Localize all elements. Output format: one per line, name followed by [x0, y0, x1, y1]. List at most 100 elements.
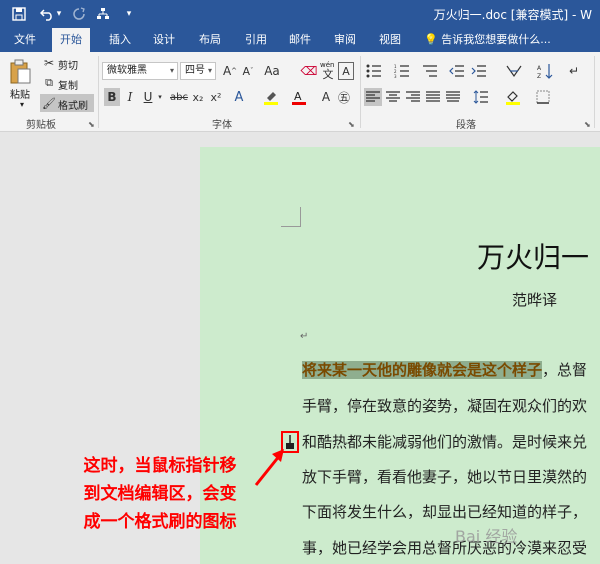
annotation-line-3: 成一个格式刷的图标 — [83, 512, 237, 532]
text-line-3[interactable]: 和酷热都未能减弱他们的激情。是时候来兑 — [302, 431, 587, 452]
tell-me-text: 告诉我您想要做什么... — [441, 33, 551, 46]
tab-view[interactable]: 视图 — [371, 28, 409, 52]
brush-icon: 🖌 — [42, 96, 56, 110]
align-left-icon[interactable] — [364, 88, 382, 106]
text-line-2[interactable]: 手臂，停在致意的姿势，凝固在观众们的欢 — [302, 395, 587, 416]
font-name-value: 微软雅黑 — [107, 65, 147, 76]
cut-button[interactable]: 剪切 — [58, 57, 78, 72]
ribbon: 粘贴 ▾ ✂ 剪切 ⧉ 复制 🖌 格式刷 剪贴板 ⬊ 微软雅黑 ▾ 四号 ▾ A… — [0, 52, 600, 132]
font-name-select[interactable]: 微软雅黑 ▾ — [102, 62, 178, 80]
text-line-6[interactable]: 事，她已经学会用总督所厌恶的冷漠来忍受 — [302, 537, 587, 558]
redo-icon[interactable] — [70, 4, 88, 24]
chevron-down-icon: ▾ — [169, 66, 174, 75]
increase-indent-icon[interactable] — [470, 62, 488, 80]
bullets-icon[interactable] — [364, 62, 384, 80]
margin-corner-mark — [281, 207, 301, 227]
chevron-down-icon[interactable]: ▾ — [156, 88, 164, 106]
font-color-icon[interactable]: A — [290, 88, 308, 106]
shading-icon[interactable] — [502, 88, 524, 106]
tree-icon[interactable] — [94, 4, 112, 24]
tab-layout[interactable]: 布局 — [191, 28, 229, 52]
strikethrough-button[interactable]: abc — [168, 88, 190, 106]
divider — [98, 56, 99, 128]
font-group-label: 字体 — [212, 120, 232, 131]
superscript-button[interactable]: x² — [208, 88, 224, 106]
decrease-indent-icon[interactable] — [448, 62, 466, 80]
grow-font-icon[interactable]: A ^ — [222, 62, 238, 80]
text-line-5[interactable]: 下面将发生什么，却显出已经知道的样子， — [302, 501, 587, 522]
change-case-icon[interactable]: Aa — [262, 62, 282, 80]
paste-dropdown-icon[interactable]: ▾ — [20, 100, 24, 109]
annotation-line-1: 这时，当鼠标指针移 — [83, 456, 237, 476]
tab-insert[interactable]: 插入 — [101, 28, 139, 52]
highlight-icon[interactable] — [262, 88, 280, 106]
tab-home[interactable]: 开始 — [52, 28, 90, 52]
annotation-line-2: 到文档编辑区，会变 — [83, 484, 237, 504]
justify-icon[interactable] — [424, 88, 442, 106]
char-border-icon[interactable]: A — [338, 62, 354, 80]
annotation-text: 这时，当鼠标指针移 到文档编辑区，会变 成一个格式刷的图标 — [55, 452, 265, 536]
watermark-logo: Bai 经验 — [455, 527, 518, 546]
tab-file[interactable]: 文件 — [6, 28, 44, 52]
tab-references[interactable]: 引用 — [237, 28, 275, 52]
paragraph-mark: ↵ — [300, 331, 309, 342]
text-effects-icon[interactable]: A — [230, 88, 248, 106]
ribbon-tabs: 文件 开始 插入 设计 布局 引用 邮件 审阅 视图 💡 告诉我您想要做什么..… — [0, 28, 600, 52]
numbering-icon[interactable]: 123 — [392, 62, 412, 80]
borders-icon[interactable] — [532, 88, 554, 106]
svg-text:Z: Z — [537, 73, 541, 79]
paste-label[interactable]: 粘贴 — [10, 86, 30, 101]
chevron-down-icon: ▾ — [207, 66, 212, 75]
clipboard-group-label: 剪贴板 — [26, 120, 56, 131]
paragraph-group-label: 段落 — [456, 120, 476, 131]
shrink-font-icon[interactable]: Aˇ — [240, 62, 256, 80]
text-line-4[interactable]: 放下手臂，看看他妻子，她以节日里漠然的 — [302, 466, 587, 487]
subscript-button[interactable]: x₂ — [190, 88, 206, 106]
phonetic-guide-icon[interactable]: 文 — [320, 68, 336, 81]
align-right-icon[interactable] — [404, 88, 422, 106]
bold-button[interactable]: B — [104, 88, 120, 106]
italic-button[interactable]: I — [122, 88, 138, 106]
font-size-value: 四号 — [185, 65, 205, 76]
tab-mailings[interactable]: 邮件 — [281, 28, 319, 52]
align-center-icon[interactable] — [384, 88, 402, 106]
window-title: 万火归一.doc [兼容模式] - W — [433, 8, 592, 22]
font-launcher-icon[interactable]: ⬊ — [348, 120, 355, 129]
tab-review[interactable]: 审阅 — [326, 28, 364, 52]
paste-icon[interactable] — [6, 58, 34, 86]
char-shading-icon[interactable]: A — [318, 88, 334, 106]
scissors-icon[interactable]: ✂ — [42, 56, 56, 70]
distributed-icon[interactable] — [444, 88, 462, 106]
tell-me-box[interactable]: 💡 告诉我您想要做什么... — [424, 28, 551, 52]
svg-text:A: A — [294, 90, 302, 103]
enclose-char-icon[interactable]: ㊄ — [336, 88, 352, 106]
tab-design[interactable]: 设计 — [145, 28, 183, 52]
copy-icon[interactable]: ⧉ — [42, 76, 56, 90]
format-painter-button[interactable]: 🖌 格式刷 — [40, 94, 94, 112]
document-author: 范晔译 — [512, 291, 558, 309]
save-icon[interactable] — [10, 4, 28, 24]
paragraph-launcher-icon[interactable]: ⬊ — [584, 120, 591, 129]
clear-format-icon[interactable]: ⌫ — [300, 62, 318, 80]
chinese-layout-icon[interactable] — [504, 62, 524, 80]
text-line-1[interactable]: 将来某一天他的雕像就会是这个样子，总督 — [302, 359, 587, 380]
lightbulb-icon: 💡 — [424, 33, 438, 46]
clipboard-launcher-icon[interactable]: ⬊ — [88, 120, 95, 129]
font-size-select[interactable]: 四号 ▾ — [180, 62, 216, 80]
divider — [594, 56, 595, 128]
show-marks-icon[interactable]: ↵ — [566, 62, 582, 80]
undo-dropdown-icon[interactable]: ▾ — [54, 4, 64, 24]
underline-button[interactable]: U — [140, 88, 156, 106]
divider — [360, 56, 361, 128]
svg-text:3: 3 — [394, 74, 397, 78]
sort-icon[interactable]: AZ — [536, 62, 554, 80]
customize-toolbar-icon[interactable]: ▾ — [120, 4, 138, 24]
line-rest: ，总督 — [542, 361, 588, 379]
copy-button[interactable]: 复制 — [58, 77, 78, 92]
title-bar: ▾ ▾ 万火归一.doc [兼容模式] - W — [0, 0, 600, 28]
format-painter-label: 格式刷 — [58, 101, 88, 112]
highlighted-text: 将来某一天他的雕像就会是这个样子 — [302, 361, 543, 379]
svg-text:A: A — [537, 65, 542, 72]
multilevel-list-icon[interactable] — [420, 62, 440, 80]
line-spacing-icon[interactable] — [470, 88, 492, 106]
